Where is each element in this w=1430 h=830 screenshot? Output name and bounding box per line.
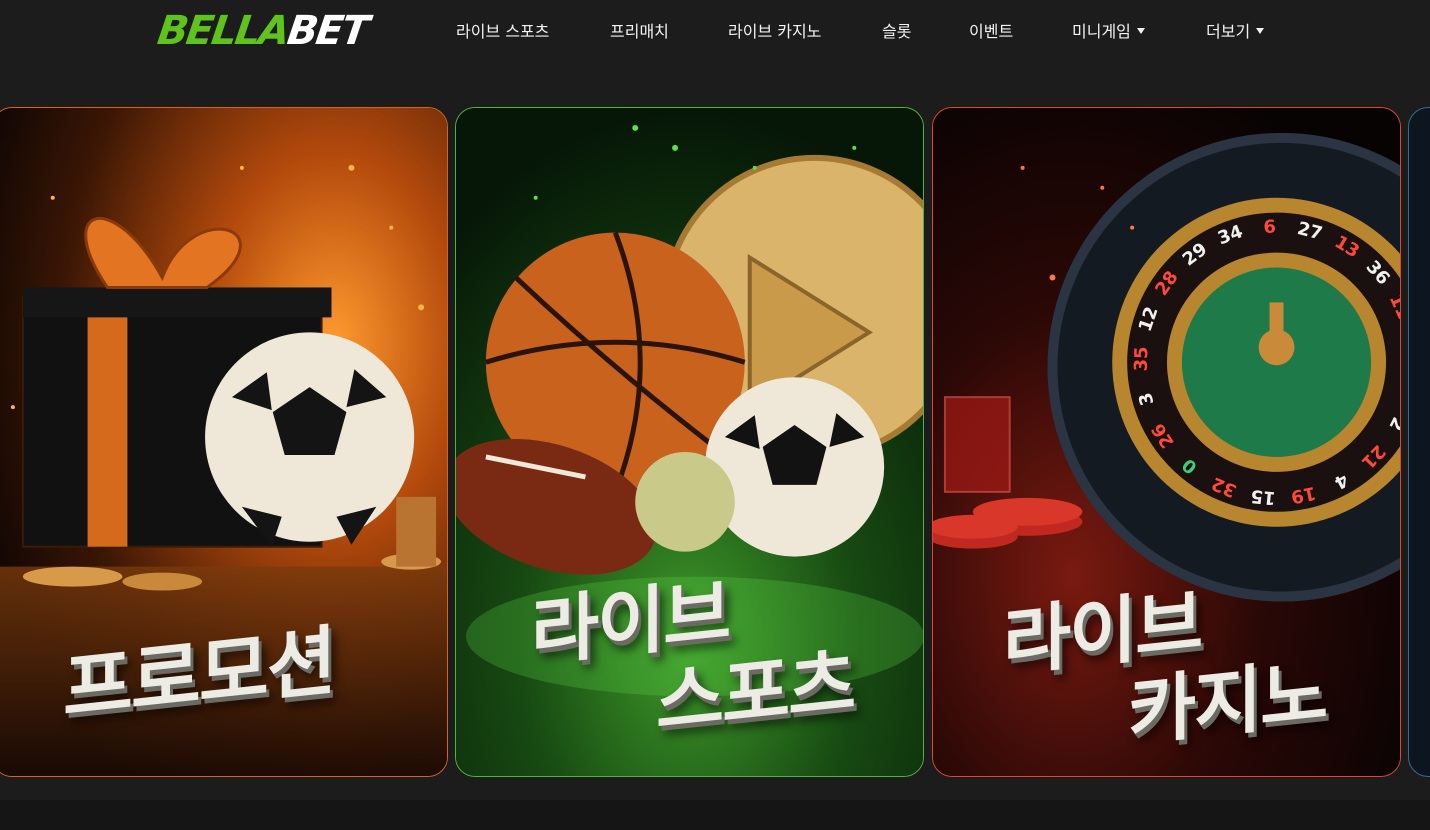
nav-label: 슬롯 — [882, 22, 912, 41]
nav-label: 더보기 — [1206, 22, 1251, 41]
nav-events[interactable]: 이벤트 — [969, 18, 1013, 46]
caret-down-icon — [1256, 27, 1265, 34]
card-next-partial[interactable] — [1408, 107, 1430, 777]
nav-label: 라이브 스포츠 — [456, 22, 550, 41]
caret-down-icon — [1136, 27, 1145, 34]
nav-minigames[interactable]: 미니게임 — [1072, 18, 1145, 46]
site-header: BELLABET 라이브 스포츠 프리매치 라이브 카지노 슬롯 이벤트 미니게… — [0, 0, 1430, 70]
nav-live-casino[interactable]: 라이브 카지노 — [728, 18, 821, 46]
card-live-sports[interactable]: 라이브 스포츠 — [455, 107, 924, 777]
roulette-number: 15 — [1250, 485, 1277, 508]
nav-more[interactable]: 더보기 — [1206, 18, 1265, 46]
nav-prematch[interactable]: 프리매치 — [610, 18, 669, 46]
nav-live-sports[interactable]: 라이브 스포츠 — [456, 18, 549, 46]
main-nav: 라이브 스포츠 프리매치 라이브 카지노 슬롯 이벤트 미니게임 더보기 — [0, 18, 1430, 46]
next-section-band — [0, 800, 1430, 830]
nav-label: 미니게임 — [1072, 22, 1131, 41]
roulette-number: 6 — [1263, 217, 1277, 239]
card-live-casino[interactable]: 3462713361125172214191532026335122829 라이… — [932, 107, 1401, 777]
card-promotion[interactable]: 프로모션 — [0, 107, 448, 777]
nav-slots[interactable]: 슬롯 — [882, 18, 911, 46]
nav-label: 프리매치 — [610, 22, 669, 41]
roulette-number: 35 — [1131, 346, 1153, 371]
card-title-line2: 스포츠 — [656, 639, 855, 747]
nav-label: 이벤트 — [969, 22, 1014, 41]
nav-label: 라이브 카지노 — [728, 22, 822, 41]
category-slider: 프로모션 라이브 스포츠 34 6 27 13 36 11 2 21 4 19 … — [0, 107, 1430, 779]
card-title-line2: 카지노 — [1128, 649, 1327, 757]
